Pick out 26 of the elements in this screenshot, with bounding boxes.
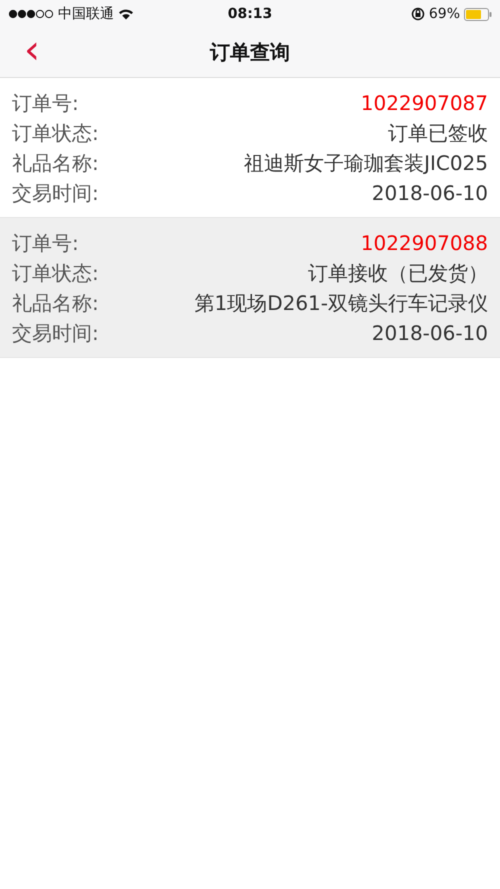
battery-percent: 69% <box>428 6 460 22</box>
page-title: 订单查询 <box>210 39 290 66</box>
back-button[interactable]: ‹ <box>18 32 46 68</box>
field-value: 1022907087 <box>360 91 488 115</box>
field-value: 1022907088 <box>360 231 488 255</box>
field-label: 交易时间: <box>12 180 99 206</box>
status-time: 08:13 <box>228 6 272 22</box>
signal-icon <box>8 9 54 19</box>
field-label: 礼品名称: <box>12 290 99 316</box>
field-label: 礼品名称: <box>12 150 99 176</box>
carrier-name: 中国联通 <box>58 5 114 23</box>
field-label: 订单号: <box>12 90 79 116</box>
field-value: 订单已签收 <box>388 120 488 146</box>
field-label: 交易时间: <box>12 320 99 346</box>
field-value: 2018-06-10 <box>372 321 488 345</box>
field-label: 订单状态: <box>12 260 99 286</box>
rotation-lock-icon <box>410 7 425 21</box>
field-label: 订单状态: <box>12 120 99 146</box>
battery-icon <box>464 8 492 20</box>
field-value: 第1现场D261-双镜头行车记录仪 <box>194 290 488 316</box>
field-value: 祖迪斯女子瑜珈套装JIC025 <box>244 150 488 176</box>
field-label: 订单号: <box>12 230 79 256</box>
wifi-icon <box>118 8 134 20</box>
order-card[interactable]: 订单号: 1022907088 订单状态: 订单接收（已发货） 礼品名称: 第1现场D261-双镜头行车记录仪 交易时间: 2018-06-10 <box>0 218 500 358</box>
field-value: 订单接收（已发货） <box>308 260 488 286</box>
field-value: 2018-06-10 <box>372 181 488 205</box>
